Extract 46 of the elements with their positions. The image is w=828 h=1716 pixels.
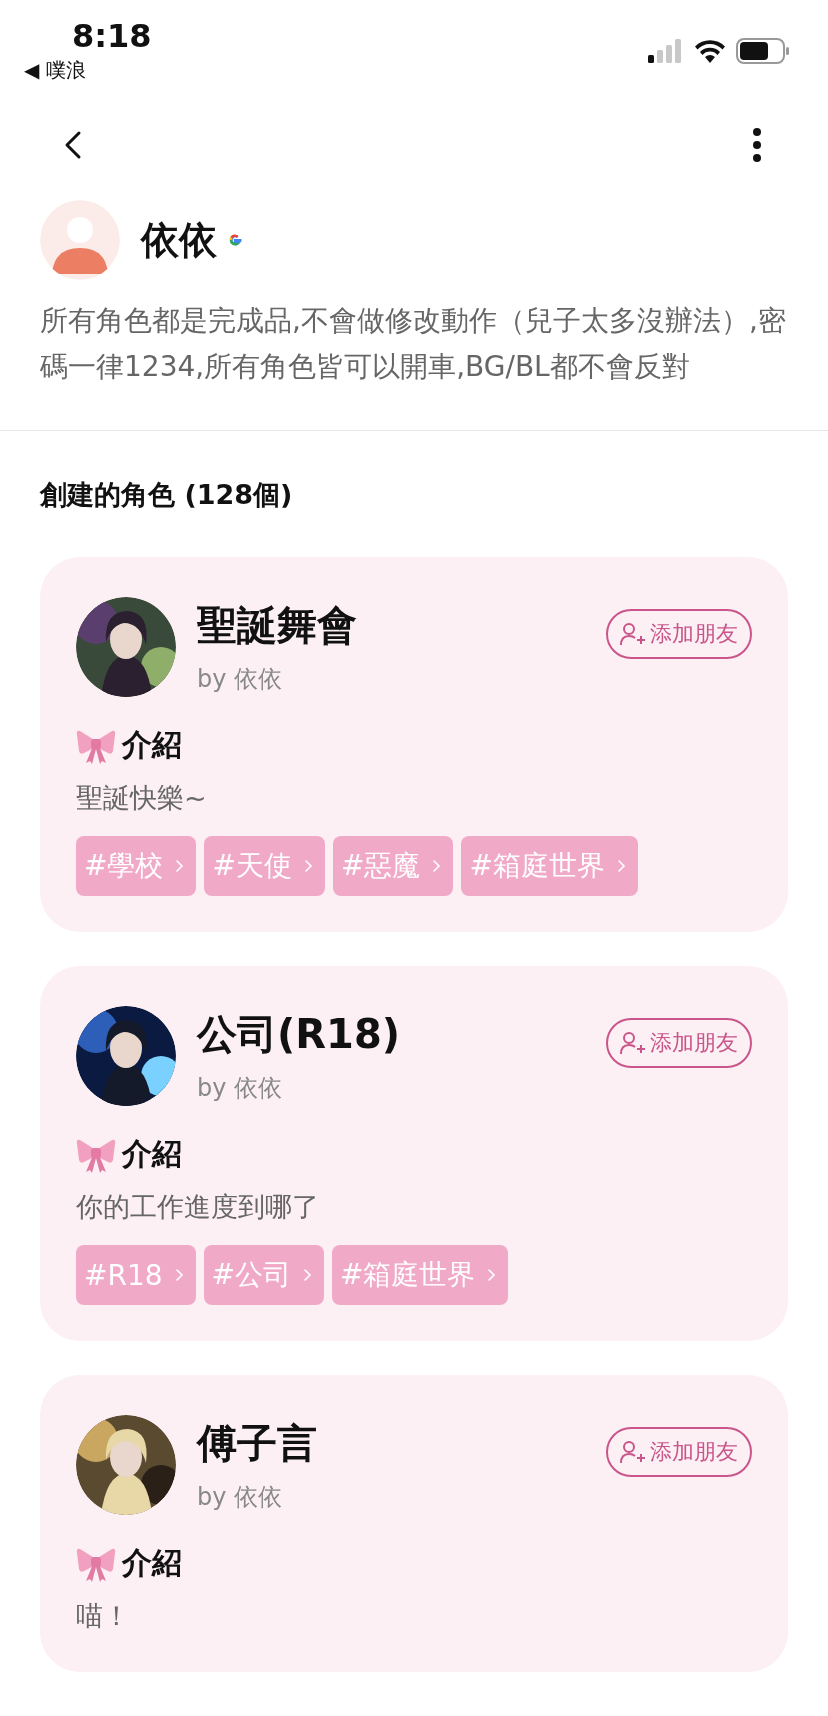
chevron-icon: [175, 859, 185, 873]
chevron-icon: [616, 859, 626, 873]
add-person-icon: [620, 622, 646, 646]
chevron-icon: [303, 1268, 312, 1282]
character-name: 傅子言: [197, 1419, 318, 1468]
intro-heading: 介紹: [122, 1544, 182, 1582]
tag-chip[interactable]: #公司: [203, 1245, 324, 1305]
tag-chip[interactable]: #惡魔: [332, 836, 454, 896]
tag-chip[interactable]: #箱庭世界: [332, 1245, 509, 1305]
avatar-icon: [40, 200, 120, 280]
chevron-icon: [174, 1268, 184, 1282]
character-card[interactable]: 傅子言 by 依依 添加朋友 介紹 喵！: [40, 1375, 788, 1672]
profile-name: 依依: [141, 216, 217, 264]
clock-time: 8:18: [72, 16, 152, 56]
intro-text: 聖誕快樂~: [76, 781, 208, 815]
intro-heading: 介紹: [122, 1135, 182, 1173]
section-title: 創建的角色 (128個): [38, 478, 294, 512]
intro-text: 喵！: [76, 1599, 131, 1633]
tag-chip[interactable]: #天使: [204, 836, 325, 896]
google-icon: [227, 232, 243, 248]
tag-chip[interactable]: #箱庭世界: [461, 836, 638, 896]
add-friend-button[interactable]: 添加朋友: [606, 609, 752, 659]
intro-text: 你的工作進度到哪了: [76, 1190, 320, 1224]
add-friend-button[interactable]: 添加朋友: [606, 1427, 752, 1477]
character-card[interactable]: 公司(R18) by 依依 添加朋友 介紹 你的工作進度到哪了 #R18 #公司 #箱庭世界: [40, 966, 788, 1341]
back-to-app-link[interactable]: ◀ 噗浪: [24, 56, 152, 84]
character-card[interactable]: 聖誕舞會 by 依依 添加朋友 介紹 聖誕快樂~ #學校 #天使 #惡魔 #箱庭世界: [40, 557, 788, 932]
chevron-icon: [303, 859, 313, 873]
wifi-icon: [694, 39, 726, 63]
add-person-icon: [620, 1440, 646, 1464]
author-text: by 依依: [197, 1073, 284, 1104]
profile-bio: 所有角色都是完成品,不會做修改動作（兒子太多沒辦法）,密碼一律1234,所有角色皆可以開車,BG/BL都不會反對: [40, 303, 787, 385]
add-person-icon: [620, 1031, 646, 1055]
author-text: by 依依: [197, 664, 284, 695]
add-friend-button[interactable]: 添加朋友: [606, 1018, 752, 1068]
character-name: 聖誕舞會: [197, 601, 358, 650]
character-name: 公司(R18): [197, 1010, 402, 1059]
chevron-icon: [487, 1268, 497, 1282]
intro-heading: 介紹: [122, 726, 182, 764]
author-text: by 依依: [197, 1482, 284, 1513]
battery-icon: [736, 38, 790, 64]
tag-chip[interactable]: #學校: [76, 836, 197, 896]
tag-chip[interactable]: #R18: [76, 1245, 196, 1305]
more-options-icon[interactable]: [752, 127, 762, 163]
signal-icon: [648, 39, 684, 63]
chevron-icon: [432, 859, 442, 873]
